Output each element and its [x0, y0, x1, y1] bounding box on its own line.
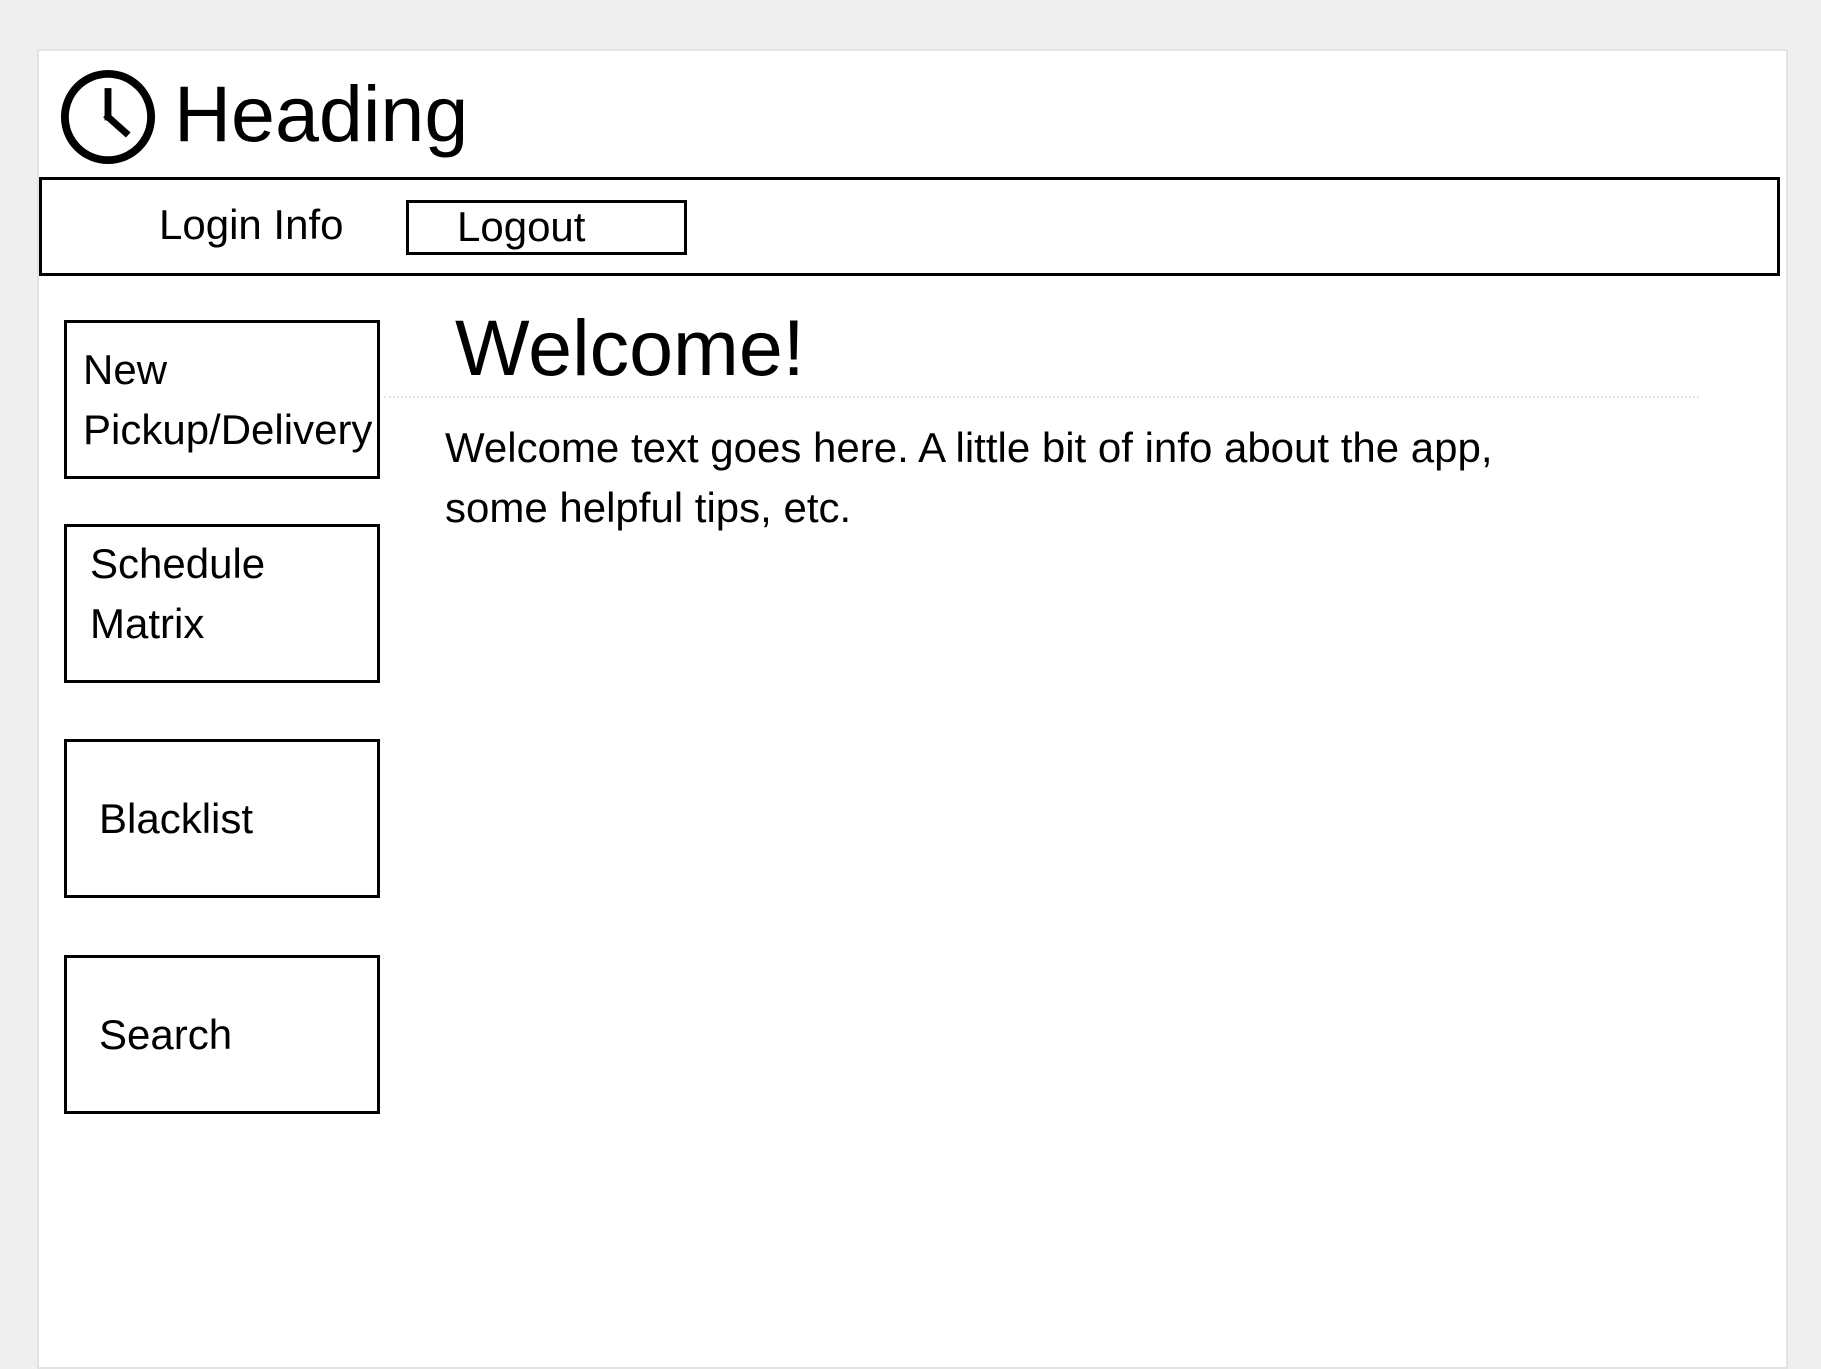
clock-icon: [60, 69, 156, 165]
logout-button[interactable]: Logout: [406, 200, 687, 255]
schedule-matrix-label: Schedule Matrix: [90, 534, 265, 654]
welcome-text: Welcome text goes here. A little bit of …: [445, 424, 1493, 531]
new-pickup-delivery-line1: New: [83, 346, 168, 393]
schedule-matrix-line1: Schedule: [90, 540, 266, 587]
schedule-matrix-line2: Matrix: [90, 600, 205, 647]
new-pickup-delivery-line2: Pickup/Delivery: [83, 406, 373, 453]
welcome-title: Welcome!: [455, 303, 805, 392]
title-divider: [384, 396, 1699, 398]
search-label: Search: [99, 1011, 233, 1058]
blacklist-button[interactable]: Blacklist: [64, 739, 380, 898]
search-button[interactable]: Search: [64, 955, 380, 1114]
app-header: Heading: [39, 51, 1786, 175]
app-page: Heading Login Info Logout New Pickup/Deli…: [37, 49, 1788, 1369]
login-info: Login Info: [159, 201, 344, 248]
schedule-matrix-button[interactable]: Schedule Matrix: [64, 524, 380, 683]
new-pickup-delivery-label: New Pickup/Delivery: [83, 340, 372, 460]
blacklist-label: Blacklist: [99, 795, 254, 842]
new-pickup-delivery-button[interactable]: New Pickup/Delivery: [64, 320, 380, 479]
page-heading: Heading: [174, 69, 469, 158]
top-navbar: Login Info Logout: [39, 177, 1780, 276]
